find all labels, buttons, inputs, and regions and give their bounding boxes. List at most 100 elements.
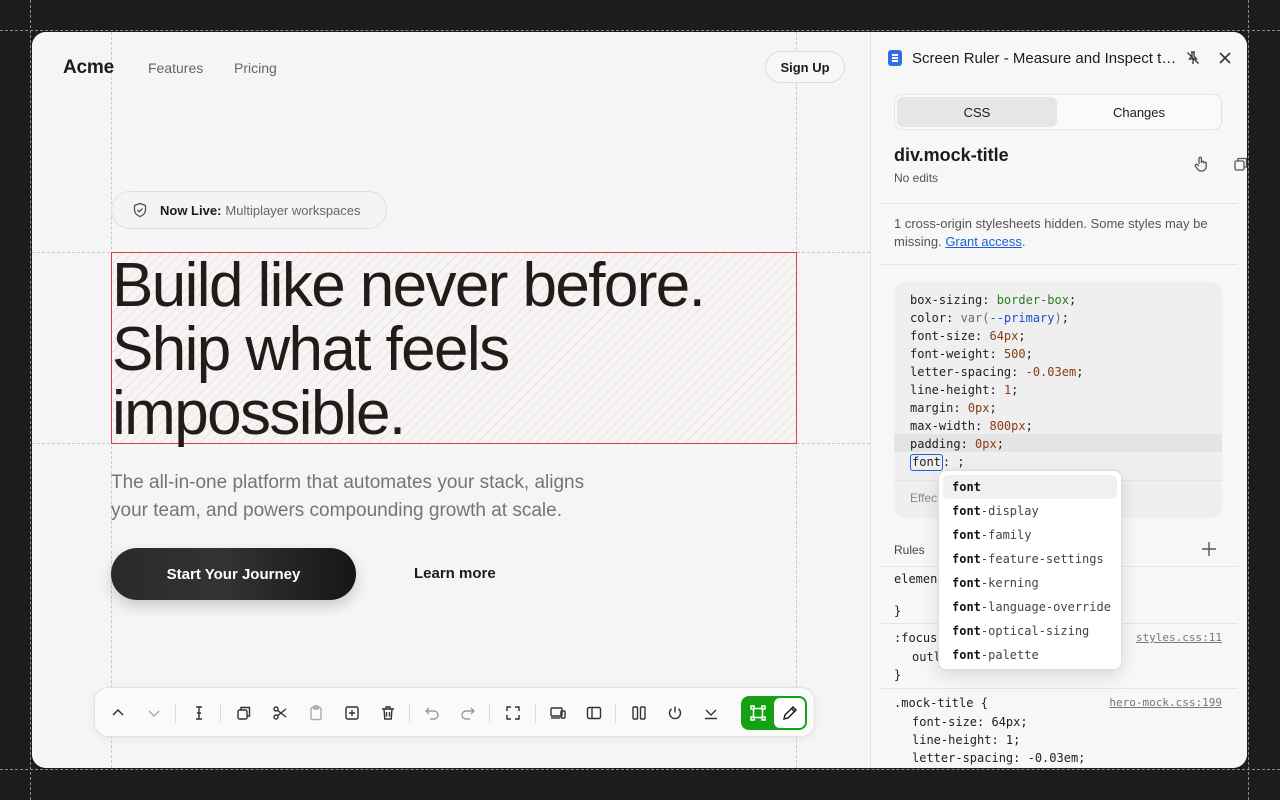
scissors-icon[interactable]	[267, 700, 293, 726]
css-line[interactable]: margin: 0px;	[910, 399, 1083, 417]
undo-icon[interactable]	[419, 700, 445, 726]
autocomplete-item[interactable]: font-family	[943, 523, 1117, 547]
text-cursor-icon[interactable]	[186, 700, 212, 726]
hero-line: Ship what feels	[112, 315, 510, 384]
rule-mock-title-selector[interactable]: .mock-title {	[894, 694, 988, 712]
css-declarations: box-sizing: border-box; color: var(--pri…	[910, 291, 1083, 471]
toolbar-divider	[220, 703, 221, 723]
rule-source-link[interactable]: hero-mock.css:199	[1109, 696, 1222, 709]
panel-title: Screen Ruler - Measure and Inspect the W…	[912, 50, 1182, 67]
rule-property[interactable]: font-size: 64px;	[912, 713, 1028, 731]
rule-property[interactable]: line-height: 1;	[912, 731, 1020, 749]
css-line-editing[interactable]: font: ;	[910, 453, 1083, 471]
css-line[interactable]: line-height: 1;	[910, 381, 1083, 399]
edit-toolbar	[94, 687, 815, 737]
columns-icon[interactable]	[626, 700, 652, 726]
css-line[interactable]: max-width: 800px;	[910, 417, 1083, 435]
hero-line: impossible.	[112, 379, 406, 448]
nav-features[interactable]: Features	[148, 60, 203, 76]
now-live-badge[interactable]: Now Live: Multiplayer workspaces	[111, 191, 387, 229]
power-icon[interactable]	[662, 700, 688, 726]
tab-changes[interactable]: Changes	[1059, 97, 1219, 127]
sign-up-button[interactable]: Sign Up	[765, 51, 845, 83]
rule-focus-selector[interactable]: :focus	[894, 629, 937, 647]
unpin-icon[interactable]	[1184, 49, 1202, 67]
rule-property[interactable]: outl	[912, 648, 941, 666]
collapse-icon[interactable]	[698, 700, 724, 726]
toolbar-divider	[409, 703, 410, 723]
chevron-down-icon[interactable]	[141, 700, 167, 726]
redo-icon[interactable]	[455, 700, 481, 726]
guide-line-bottom	[0, 769, 1280, 770]
stylesheet-notice: 1 cross-origin stylesheets hidden. Some …	[894, 216, 1208, 249]
rule-close-brace: }	[894, 604, 902, 618]
rule-close-brace: }	[894, 668, 902, 682]
guide-line-right	[1248, 0, 1249, 800]
select-frame-icon[interactable]	[741, 696, 774, 730]
grant-access-link[interactable]: Grant access	[945, 234, 1022, 249]
css-line[interactable]: font-weight: 500;	[910, 345, 1083, 363]
tab-css[interactable]: CSS	[897, 97, 1057, 127]
autocomplete-item[interactable]: font-kerning	[943, 571, 1117, 595]
hero-title[interactable]: Build like never before. Ship what feels…	[112, 254, 852, 446]
copy-icon[interactable]	[1231, 154, 1247, 174]
css-line[interactable]: color: var(--primary);	[910, 309, 1083, 327]
panel-tabs: CSS Changes	[894, 94, 1222, 130]
fullscreen-icon[interactable]	[500, 700, 526, 726]
hero-line: Build like never before.	[112, 251, 706, 320]
website-preview: Acme Features Pricing Sign Up Now Live: …	[32, 32, 870, 768]
devices-icon[interactable]	[545, 700, 571, 726]
effective-label: Effec	[910, 491, 938, 505]
rule-source-link[interactable]: styles.css:11	[1136, 631, 1222, 644]
inspector-panel: Screen Ruler - Measure and Inspect the W…	[870, 32, 1247, 768]
start-journey-button[interactable]: Start Your Journey	[111, 548, 356, 600]
toolbar-divider	[489, 703, 490, 723]
notice-text: 1 cross-origin stylesheets hidden. Some …	[894, 216, 1208, 249]
sidebar-icon[interactable]	[581, 700, 607, 726]
css-line[interactable]: padding: 0px;	[910, 435, 1083, 453]
pointer-hand-icon[interactable]	[1191, 154, 1211, 174]
autocomplete-item[interactable]: font-palette	[943, 643, 1117, 667]
site-logo[interactable]: Acme	[63, 57, 114, 79]
duplicate-icon[interactable]	[231, 700, 257, 726]
element-selector: div.mock-title	[894, 145, 1009, 165]
section-divider	[879, 688, 1238, 689]
section-divider	[879, 264, 1238, 265]
toolbar-divider	[175, 703, 176, 723]
nav-pricing[interactable]: Pricing	[234, 60, 277, 76]
autocomplete-item[interactable]: font-optical-sizing	[943, 619, 1117, 643]
subtitle-line: The all-in-one platform that automates y…	[111, 472, 585, 493]
mode-toggle[interactable]	[741, 696, 807, 730]
section-divider	[879, 203, 1238, 204]
add-box-icon[interactable]	[339, 700, 365, 726]
css-line[interactable]: box-sizing: border-box;	[910, 291, 1083, 309]
css-line[interactable]: letter-spacing: -0.03em;	[910, 363, 1083, 381]
badge-label: Now Live:	[160, 202, 222, 218]
rule-element-selector[interactable]: element	[894, 570, 945, 588]
autocomplete-dropdown: font font-display font-family font-featu…	[938, 470, 1122, 670]
autocomplete-item[interactable]: font-feature-settings	[943, 547, 1117, 571]
guide-line-top	[0, 30, 1280, 31]
close-icon[interactable]	[1216, 49, 1234, 67]
clipboard-icon[interactable]	[303, 700, 329, 726]
autocomplete-item[interactable]: font	[943, 475, 1117, 499]
toolbar-divider	[535, 703, 536, 723]
add-rule-icon[interactable]	[1200, 540, 1218, 558]
pencil-icon[interactable]	[774, 698, 805, 728]
autocomplete-item[interactable]: font-language-override	[943, 595, 1117, 619]
badge-text: Multiplayer workspaces	[225, 202, 361, 218]
edit-status: No edits	[894, 171, 939, 185]
hero-subtitle: The all-in-one platform that automates y…	[111, 469, 671, 525]
guide-line-left	[30, 0, 31, 800]
trash-icon[interactable]	[375, 700, 401, 726]
css-line[interactable]: font-size: 64px;	[910, 327, 1083, 345]
rules-heading: Rules	[894, 543, 925, 557]
autocomplete-item[interactable]: font-display	[943, 499, 1117, 523]
chevron-up-icon[interactable]	[105, 700, 131, 726]
subtitle-line: your team, and powers compounding growth…	[111, 500, 562, 521]
learn-more-link[interactable]: Learn more	[414, 565, 496, 582]
property-input[interactable]: font	[910, 454, 943, 471]
browser-window: Acme Features Pricing Sign Up Now Live: …	[32, 32, 1247, 768]
ruler-extension-icon	[888, 50, 902, 66]
rule-property[interactable]: letter-spacing: -0.03em;	[912, 749, 1085, 767]
